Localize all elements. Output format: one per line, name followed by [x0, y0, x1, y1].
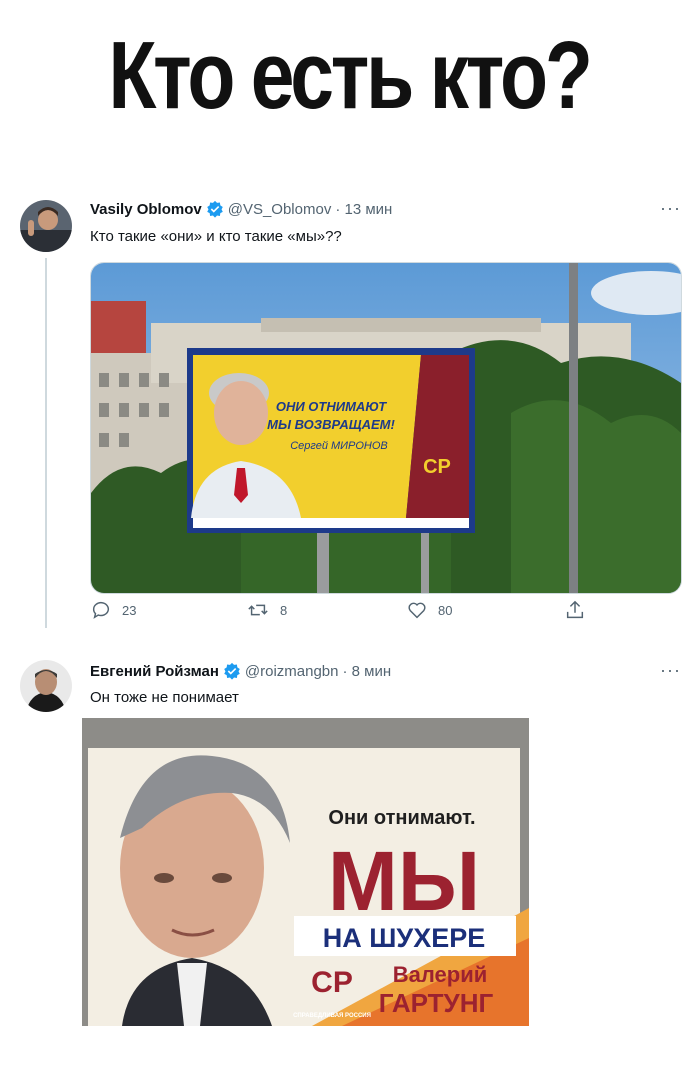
reply-icon	[92, 601, 109, 619]
like-icon	[408, 602, 426, 619]
tweet-time[interactable]: · 8 мин	[343, 663, 392, 680]
reply-count: 23	[122, 602, 137, 618]
tweet-text: Кто такие «они» и кто такие «мы»??	[90, 228, 342, 245]
poster-photo: Они отнимают. МЫ НА ШУХЕРЕ СР СПРАВЕДЛИВ…	[82, 718, 529, 1026]
thread-connector-line	[45, 258, 47, 628]
verified-badge-icon	[206, 200, 223, 218]
meme-headline: Кто есть кто?	[108, 22, 593, 129]
tweet-header: Vasily Oblomov @VS_Oblomov · 13 мин	[90, 200, 392, 218]
poster-line-2: МЫ	[328, 834, 480, 928]
author-name[interactable]: Vasily Oblomov	[90, 201, 202, 218]
author-name[interactable]: Евгений Ройзман	[90, 663, 219, 680]
share-icon	[566, 600, 584, 619]
billboard-line-2: МЫ ВОЗВРАЩАЕМ!	[267, 417, 395, 432]
like-button[interactable]: 80	[406, 599, 452, 621]
tweet-media-poster[interactable]: Они отнимают. МЫ НА ШУХЕРЕ СР СПРАВЕДЛИВ…	[82, 718, 529, 1026]
share-button[interactable]	[564, 599, 586, 621]
more-options-icon[interactable]: ···	[660, 198, 681, 219]
billboard-line-1: ОНИ ОТНИМАЮТ	[276, 399, 387, 414]
poster-logo: СР	[311, 966, 353, 999]
like-count: 80	[438, 602, 453, 618]
verified-badge-icon	[224, 662, 240, 680]
avatar[interactable]	[20, 200, 72, 252]
avatar-oblomov-icon	[20, 200, 72, 252]
poster-name-last: ГАРТУНГ	[379, 988, 494, 1018]
poster-line-1: Они отнимают.	[328, 807, 475, 829]
tweet-text: Он тоже не понимает	[90, 689, 239, 706]
retweet-icon	[248, 604, 268, 616]
poster-sticker: НА ШУХЕРЕ	[323, 923, 485, 953]
retweet-button[interactable]: 8	[246, 599, 287, 621]
billboard-photo: ОНИ ОТНИМАЮТ МЫ ВОЗВРАЩАЕМ! Сергей МИРОН…	[91, 263, 681, 593]
tweet-media-billboard[interactable]: ОНИ ОТНИМАЮТ МЫ ВОЗВРАЩАЕМ! Сергей МИРОН…	[90, 262, 682, 594]
reply-button[interactable]: 23	[90, 599, 136, 621]
author-handle[interactable]: @VS_Oblomov	[228, 201, 332, 218]
party-logo-text: СР	[423, 456, 451, 478]
billboard-line-3: Сергей МИРОНОВ	[290, 440, 388, 452]
poster-name-first: Валерий	[393, 962, 488, 987]
retweet-count: 8	[280, 602, 288, 618]
author-handle[interactable]: @roizmangbn	[245, 663, 339, 680]
avatar-roizman-icon	[20, 660, 72, 712]
tweet-header: Евгений Ройзман @roizmangbn · 8 мин	[90, 662, 391, 680]
avatar[interactable]	[20, 660, 72, 712]
poster-party: СПРАВЕДЛИВАЯ РОССИЯ	[293, 1013, 371, 1019]
more-options-icon[interactable]: ···	[660, 660, 681, 681]
tweet-time[interactable]: · 13 мин	[335, 201, 392, 218]
